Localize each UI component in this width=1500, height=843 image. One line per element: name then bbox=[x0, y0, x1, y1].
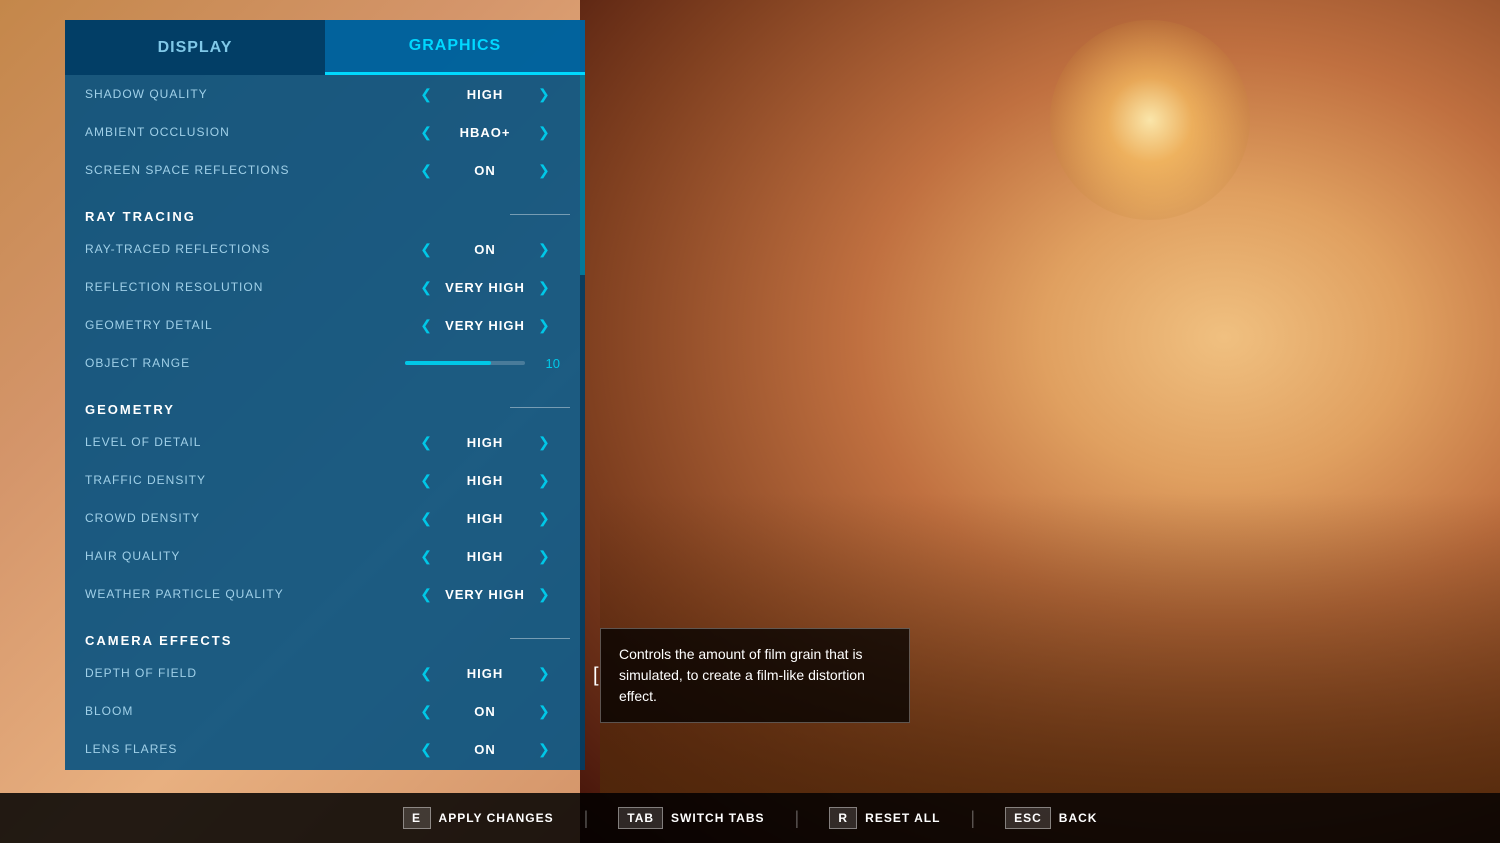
object-range-slider[interactable] bbox=[405, 361, 525, 365]
tabs-container: DISPLAY GRAPHICS bbox=[65, 20, 585, 75]
geometry-detail-right[interactable]: ❯ bbox=[533, 315, 555, 336]
weather-particle-quality-right[interactable]: ❯ bbox=[533, 584, 555, 605]
ray-traced-reflections-right[interactable]: ❯ bbox=[533, 239, 555, 260]
setting-row-crowd-density: CROWD DENSITY ❮ HIGH ❯ bbox=[65, 499, 585, 537]
screen-space-reflections-right[interactable]: ❯ bbox=[533, 160, 555, 181]
scroll-thumb bbox=[580, 75, 585, 275]
setting-row-traffic-density: TRAFFIC DENSITY ❮ HIGH ❯ bbox=[65, 461, 585, 499]
section-geometry: GEOMETRY bbox=[65, 390, 585, 423]
ray-traced-reflections-left[interactable]: ❮ bbox=[415, 239, 437, 260]
apply-label: APPLY CHANGES bbox=[439, 811, 554, 825]
setting-row-level-of-detail: LEVEL OF DETAIL ❮ HIGH ❯ bbox=[65, 423, 585, 461]
switch-label: SWITCH TABS bbox=[671, 811, 764, 825]
bottom-bar: E APPLY CHANGES | TAB SWITCH TABS | R RE… bbox=[0, 793, 1500, 843]
separator-2: | bbox=[794, 808, 799, 829]
settings-content[interactable]: SHADOW QUALITY ❮ HIGH ❯ AMBIENT OCCLUSIO… bbox=[65, 75, 585, 770]
bloom-right[interactable]: ❯ bbox=[533, 701, 555, 722]
section-ray-tracing: RAY TRACING bbox=[65, 197, 585, 230]
setting-row-hair-quality: HAIR QUALITY ❮ HIGH ❯ bbox=[65, 537, 585, 575]
setting-row-ray-traced-reflections: RAY-TRACED REFLECTIONS ❮ ON ❯ bbox=[65, 230, 585, 268]
level-of-detail-right[interactable]: ❯ bbox=[533, 432, 555, 453]
apply-changes-action: E APPLY CHANGES bbox=[403, 807, 554, 829]
ambient-occlusion-left[interactable]: ❮ bbox=[415, 122, 437, 143]
depth-of-field-right[interactable]: ❯ bbox=[533, 663, 555, 684]
traffic-density-right[interactable]: ❯ bbox=[533, 470, 555, 491]
setting-row-chromatic-aberration: CHROMATIC ABERRATION ❮ ON ❯ bbox=[65, 768, 585, 770]
crowd-density-right[interactable]: ❯ bbox=[533, 508, 555, 529]
traffic-density-left[interactable]: ❮ bbox=[415, 470, 437, 491]
screen-space-reflections-left[interactable]: ❮ bbox=[415, 160, 437, 181]
setting-row-screen-space-reflections: SCREEN SPACE REFLECTIONS ❮ ON ❯ bbox=[65, 151, 585, 189]
back-key-badge: ESC bbox=[1005, 807, 1051, 829]
setting-row-lens-flares: LENS FLARES ❮ ON ❯ bbox=[65, 730, 585, 768]
tooltip-text: Controls the amount of film grain that i… bbox=[619, 644, 891, 707]
reflection-resolution-right[interactable]: ❯ bbox=[533, 277, 555, 298]
separator-1: | bbox=[584, 808, 589, 829]
hair-quality-right[interactable]: ❯ bbox=[533, 546, 555, 567]
setting-row-weather-particle-quality: WEATHER PARTICLE QUALITY ❮ VERY HIGH ❯ bbox=[65, 575, 585, 613]
depth-of-field-left[interactable]: ❮ bbox=[415, 663, 437, 684]
apply-key-badge: E bbox=[403, 807, 431, 829]
level-of-detail-left[interactable]: ❮ bbox=[415, 432, 437, 453]
tab-graphics[interactable]: GRAPHICS bbox=[325, 20, 585, 75]
setting-row-object-range: OBJECT RANGE 10 bbox=[65, 344, 585, 382]
tooltip-box: [ Controls the amount of film grain that… bbox=[600, 628, 910, 723]
sun-effect bbox=[1050, 20, 1250, 220]
setting-row-reflection-resolution: REFLECTION RESOLUTION ❮ VERY HIGH ❯ bbox=[65, 268, 585, 306]
lens-flares-right[interactable]: ❯ bbox=[533, 739, 555, 760]
setting-row-shadow-quality: SHADOW QUALITY ❮ HIGH ❯ bbox=[65, 75, 585, 113]
section-camera-effects: CAMERA EFFECTS bbox=[65, 621, 585, 654]
back-action[interactable]: ESC BACK bbox=[1005, 807, 1097, 829]
weather-particle-quality-left[interactable]: ❮ bbox=[415, 584, 437, 605]
crowd-density-left[interactable]: ❮ bbox=[415, 508, 437, 529]
back-label: BACK bbox=[1059, 811, 1098, 825]
shadow-quality-left[interactable]: ❮ bbox=[415, 84, 437, 105]
setting-row-depth-of-field: DEPTH OF FIELD ❮ HIGH ❯ bbox=[65, 654, 585, 692]
tab-display[interactable]: DISPLAY bbox=[65, 20, 325, 75]
switch-tabs-action: TAB SWITCH TABS bbox=[618, 807, 764, 829]
separator-3: | bbox=[970, 808, 975, 829]
reset-label: RESET ALL bbox=[865, 811, 940, 825]
bloom-left[interactable]: ❮ bbox=[415, 701, 437, 722]
reset-key-badge: R bbox=[829, 807, 857, 829]
reset-all-action[interactable]: R RESET ALL bbox=[829, 807, 940, 829]
geometry-detail-left[interactable]: ❮ bbox=[415, 315, 437, 336]
setting-row-ambient-occlusion: AMBIENT OCCLUSION ❮ HBAO+ ❯ bbox=[65, 113, 585, 151]
ambient-occlusion-right[interactable]: ❯ bbox=[533, 122, 555, 143]
lens-flares-left[interactable]: ❮ bbox=[415, 739, 437, 760]
tooltip-bracket: [ bbox=[593, 664, 599, 687]
setting-row-geometry-detail: GEOMETRY DETAIL ❮ VERY HIGH ❯ bbox=[65, 306, 585, 344]
shadow-quality-right[interactable]: ❯ bbox=[533, 84, 555, 105]
hair-quality-left[interactable]: ❮ bbox=[415, 546, 437, 567]
reflection-resolution-left[interactable]: ❮ bbox=[415, 277, 437, 298]
setting-row-bloom: BLOOM ❮ ON ❯ bbox=[65, 692, 585, 730]
settings-panel: DISPLAY GRAPHICS SHADOW QUALITY ❮ HIGH ❯… bbox=[65, 20, 585, 770]
switch-key-badge: TAB bbox=[618, 807, 663, 829]
